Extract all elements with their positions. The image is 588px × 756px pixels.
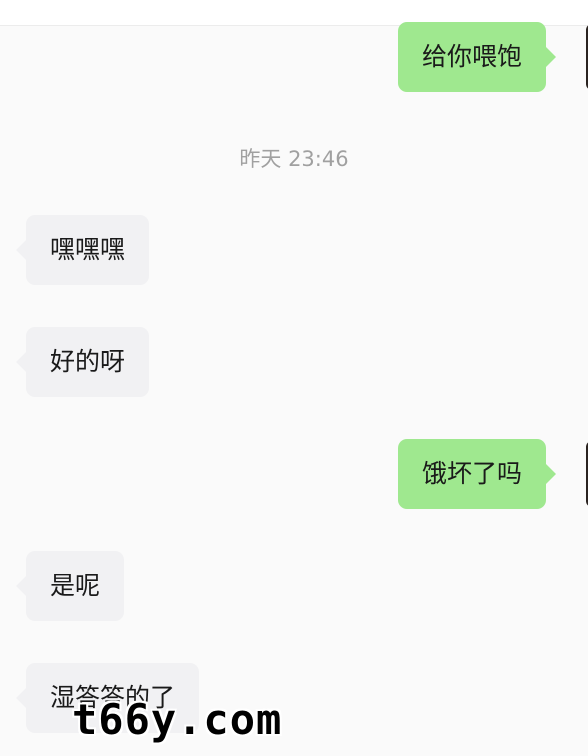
message-text: 好的呀 [50,347,126,376]
message-bubble-sent[interactable]: 给你喂饱 [398,22,557,92]
message-text: 是呢 [50,571,101,600]
message-bubble-received[interactable]: 是呢 [15,551,125,621]
message-timestamp: 昨天 23:46 [239,147,349,171]
message-bubble-sent[interactable]: 饿坏了吗 [398,439,557,509]
message-bubble-received[interactable]: 好的呀 [15,327,150,397]
message-bubble-received[interactable]: 嘿嘿嘿 [15,215,150,285]
message-text: 嘿嘿嘿 [50,235,126,264]
watermark-text: t66y.com [72,695,283,744]
message-text: 给你喂饱 [422,42,523,71]
message-text: 饿坏了吗 [422,459,523,488]
